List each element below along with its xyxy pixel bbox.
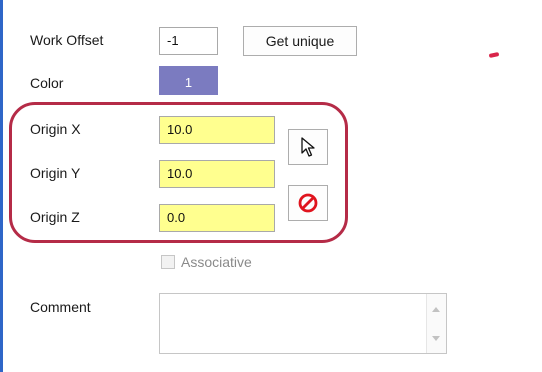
select-point-button[interactable] (288, 129, 328, 165)
origin-z-input[interactable]: 0.0 (159, 204, 275, 232)
origin-y-label: Origin Y (30, 165, 81, 181)
work-offset-label: Work Offset (30, 32, 104, 48)
scroll-up-icon[interactable] (432, 307, 440, 312)
origin-y-input[interactable]: 10.0 (159, 160, 275, 188)
origin-x-label: Origin X (30, 121, 81, 137)
comment-label: Comment (30, 299, 91, 315)
cursor-arrow-icon (301, 137, 315, 157)
scroll-down-icon[interactable] (432, 336, 440, 341)
color-label: Color (30, 75, 64, 91)
color-swatch[interactable]: 1 (159, 66, 218, 95)
no-entry-icon (298, 193, 318, 213)
origin-x-input[interactable]: 10.0 (159, 116, 275, 144)
annotation-mark (488, 52, 500, 58)
comment-textarea[interactable] (159, 293, 447, 354)
origin-z-label: Origin Z (30, 209, 80, 225)
clear-origin-button[interactable] (288, 185, 328, 221)
work-offset-input[interactable]: -1 (159, 27, 218, 55)
window-left-border (0, 0, 3, 372)
associative-label: Associative (181, 254, 252, 270)
get-unique-button[interactable]: Get unique (243, 26, 357, 56)
associative-checkbox[interactable] (161, 255, 175, 269)
comment-scrollbar[interactable] (426, 294, 446, 353)
